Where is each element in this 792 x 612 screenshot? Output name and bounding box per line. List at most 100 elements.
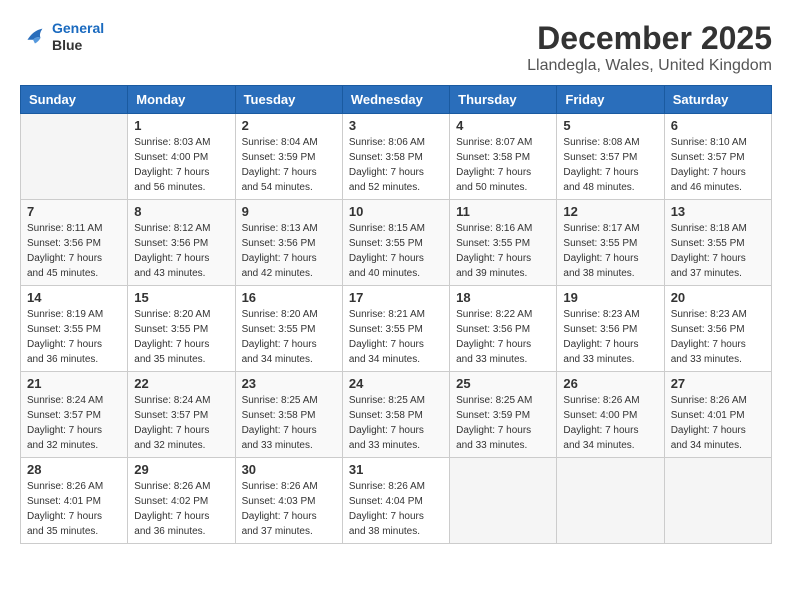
day-number: 23 bbox=[242, 376, 336, 391]
calendar-cell: 25 Sunrise: 8:25 AMSunset: 3:59 PMDayligh… bbox=[450, 372, 557, 458]
day-number: 9 bbox=[242, 204, 336, 219]
day-number: 4 bbox=[456, 118, 550, 133]
calendar-cell: 12 Sunrise: 8:17 AMSunset: 3:55 PMDayligh… bbox=[557, 200, 664, 286]
calendar-week-row: 21 Sunrise: 8:24 AMSunset: 3:57 PMDayligh… bbox=[21, 372, 772, 458]
day-number: 13 bbox=[671, 204, 765, 219]
day-info: Sunrise: 8:17 AMSunset: 3:55 PMDaylight:… bbox=[563, 221, 657, 281]
day-info: Sunrise: 8:24 AMSunset: 3:57 PMDaylight:… bbox=[27, 393, 121, 453]
calendar-cell: 30 Sunrise: 8:26 AMSunset: 4:03 PMDayligh… bbox=[235, 458, 342, 544]
day-info: Sunrise: 8:26 AMSunset: 4:04 PMDaylight:… bbox=[349, 479, 443, 539]
calendar-header-row: SundayMondayTuesdayWednesdayThursdayFrid… bbox=[21, 86, 772, 114]
day-number: 18 bbox=[456, 290, 550, 305]
weekday-header: Thursday bbox=[450, 86, 557, 114]
day-number: 30 bbox=[242, 462, 336, 477]
day-info: Sunrise: 8:06 AMSunset: 3:58 PMDaylight:… bbox=[349, 135, 443, 195]
day-info: Sunrise: 8:25 AMSunset: 3:59 PMDaylight:… bbox=[456, 393, 550, 453]
calendar-cell: 10 Sunrise: 8:15 AMSunset: 3:55 PMDayligh… bbox=[342, 200, 449, 286]
day-info: Sunrise: 8:26 AMSunset: 4:01 PMDaylight:… bbox=[27, 479, 121, 539]
day-number: 6 bbox=[671, 118, 765, 133]
calendar-week-row: 28 Sunrise: 8:26 AMSunset: 4:01 PMDayligh… bbox=[21, 458, 772, 544]
weekday-header: Saturday bbox=[664, 86, 771, 114]
day-number: 8 bbox=[134, 204, 228, 219]
weekday-header: Friday bbox=[557, 86, 664, 114]
weekday-header: Tuesday bbox=[235, 86, 342, 114]
logo: General Blue bbox=[20, 20, 104, 54]
day-info: Sunrise: 8:12 AMSunset: 3:56 PMDaylight:… bbox=[134, 221, 228, 281]
day-info: Sunrise: 8:20 AMSunset: 3:55 PMDaylight:… bbox=[242, 307, 336, 367]
calendar-cell: 4 Sunrise: 8:07 AMSunset: 3:58 PMDaylight… bbox=[450, 114, 557, 200]
calendar-cell bbox=[664, 458, 771, 544]
day-number: 25 bbox=[456, 376, 550, 391]
calendar-cell: 23 Sunrise: 8:25 AMSunset: 3:58 PMDayligh… bbox=[235, 372, 342, 458]
day-number: 21 bbox=[27, 376, 121, 391]
calendar-cell: 19 Sunrise: 8:23 AMSunset: 3:56 PMDayligh… bbox=[557, 286, 664, 372]
day-number: 20 bbox=[671, 290, 765, 305]
day-info: Sunrise: 8:10 AMSunset: 3:57 PMDaylight:… bbox=[671, 135, 765, 195]
day-info: Sunrise: 8:25 AMSunset: 3:58 PMDaylight:… bbox=[242, 393, 336, 453]
weekday-header: Monday bbox=[128, 86, 235, 114]
calendar-cell: 16 Sunrise: 8:20 AMSunset: 3:55 PMDayligh… bbox=[235, 286, 342, 372]
day-number: 17 bbox=[349, 290, 443, 305]
title-section: December 2025 Llandegla, Wales, United K… bbox=[527, 20, 772, 75]
day-number: 12 bbox=[563, 204, 657, 219]
day-info: Sunrise: 8:26 AMSunset: 4:03 PMDaylight:… bbox=[242, 479, 336, 539]
day-info: Sunrise: 8:08 AMSunset: 3:57 PMDaylight:… bbox=[563, 135, 657, 195]
logo-icon bbox=[20, 23, 48, 51]
calendar-cell: 17 Sunrise: 8:21 AMSunset: 3:55 PMDayligh… bbox=[342, 286, 449, 372]
day-info: Sunrise: 8:04 AMSunset: 3:59 PMDaylight:… bbox=[242, 135, 336, 195]
day-info: Sunrise: 8:15 AMSunset: 3:55 PMDaylight:… bbox=[349, 221, 443, 281]
calendar-cell: 18 Sunrise: 8:22 AMSunset: 3:56 PMDayligh… bbox=[450, 286, 557, 372]
day-info: Sunrise: 8:26 AMSunset: 4:00 PMDaylight:… bbox=[563, 393, 657, 453]
day-number: 24 bbox=[349, 376, 443, 391]
weekday-header: Sunday bbox=[21, 86, 128, 114]
day-info: Sunrise: 8:21 AMSunset: 3:55 PMDaylight:… bbox=[349, 307, 443, 367]
logo-text: General Blue bbox=[52, 20, 104, 54]
day-number: 15 bbox=[134, 290, 228, 305]
day-info: Sunrise: 8:24 AMSunset: 3:57 PMDaylight:… bbox=[134, 393, 228, 453]
day-number: 10 bbox=[349, 204, 443, 219]
day-info: Sunrise: 8:23 AMSunset: 3:56 PMDaylight:… bbox=[671, 307, 765, 367]
calendar-cell: 8 Sunrise: 8:12 AMSunset: 3:56 PMDaylight… bbox=[128, 200, 235, 286]
day-info: Sunrise: 8:16 AMSunset: 3:55 PMDaylight:… bbox=[456, 221, 550, 281]
day-number: 28 bbox=[27, 462, 121, 477]
day-number: 11 bbox=[456, 204, 550, 219]
day-number: 2 bbox=[242, 118, 336, 133]
day-info: Sunrise: 8:07 AMSunset: 3:58 PMDaylight:… bbox=[456, 135, 550, 195]
day-info: Sunrise: 8:18 AMSunset: 3:55 PMDaylight:… bbox=[671, 221, 765, 281]
day-info: Sunrise: 8:23 AMSunset: 3:56 PMDaylight:… bbox=[563, 307, 657, 367]
day-number: 16 bbox=[242, 290, 336, 305]
day-number: 31 bbox=[349, 462, 443, 477]
calendar-week-row: 14 Sunrise: 8:19 AMSunset: 3:55 PMDayligh… bbox=[21, 286, 772, 372]
day-number: 1 bbox=[134, 118, 228, 133]
weekday-header: Wednesday bbox=[342, 86, 449, 114]
day-info: Sunrise: 8:26 AMSunset: 4:01 PMDaylight:… bbox=[671, 393, 765, 453]
calendar-cell: 2 Sunrise: 8:04 AMSunset: 3:59 PMDaylight… bbox=[235, 114, 342, 200]
calendar-cell bbox=[450, 458, 557, 544]
day-info: Sunrise: 8:03 AMSunset: 4:00 PMDaylight:… bbox=[134, 135, 228, 195]
calendar-cell: 27Sunrise: 8:26 AMSunset: 4:01 PMDayligh… bbox=[664, 372, 771, 458]
day-number: 22 bbox=[134, 376, 228, 391]
day-info: Sunrise: 8:19 AMSunset: 3:55 PMDaylight:… bbox=[27, 307, 121, 367]
day-info: Sunrise: 8:13 AMSunset: 3:56 PMDaylight:… bbox=[242, 221, 336, 281]
calendar-cell: 15 Sunrise: 8:20 AMSunset: 3:55 PMDayligh… bbox=[128, 286, 235, 372]
calendar-cell: 3Sunrise: 8:06 AMSunset: 3:58 PMDaylight… bbox=[342, 114, 449, 200]
calendar-cell: 7Sunrise: 8:11 AMSunset: 3:56 PMDaylight… bbox=[21, 200, 128, 286]
header: General Blue December 2025 Llandegla, Wa… bbox=[20, 20, 772, 75]
day-info: Sunrise: 8:22 AMSunset: 3:56 PMDaylight:… bbox=[456, 307, 550, 367]
calendar-cell: 29Sunrise: 8:26 AMSunset: 4:02 PMDayligh… bbox=[128, 458, 235, 544]
calendar-week-row: 7Sunrise: 8:11 AMSunset: 3:56 PMDaylight… bbox=[21, 200, 772, 286]
calendar-cell: 22 Sunrise: 8:24 AMSunset: 3:57 PMDayligh… bbox=[128, 372, 235, 458]
day-number: 7 bbox=[27, 204, 121, 219]
calendar-cell: 9 Sunrise: 8:13 AMSunset: 3:56 PMDaylight… bbox=[235, 200, 342, 286]
calendar-table: SundayMondayTuesdayWednesdayThursdayFrid… bbox=[20, 85, 772, 544]
day-info: Sunrise: 8:20 AMSunset: 3:55 PMDaylight:… bbox=[134, 307, 228, 367]
calendar-cell bbox=[557, 458, 664, 544]
calendar-cell: 5Sunrise: 8:08 AMSunset: 3:57 PMDaylight… bbox=[557, 114, 664, 200]
calendar-cell: 20 Sunrise: 8:23 AMSunset: 3:56 PMDayligh… bbox=[664, 286, 771, 372]
day-number: 19 bbox=[563, 290, 657, 305]
calendar-cell: 31 Sunrise: 8:26 AMSunset: 4:04 PMDayligh… bbox=[342, 458, 449, 544]
calendar-cell: 13 Sunrise: 8:18 AMSunset: 3:55 PMDayligh… bbox=[664, 200, 771, 286]
day-number: 14 bbox=[27, 290, 121, 305]
day-info: Sunrise: 8:25 AMSunset: 3:58 PMDaylight:… bbox=[349, 393, 443, 453]
calendar-cell: 26Sunrise: 8:26 AMSunset: 4:00 PMDayligh… bbox=[557, 372, 664, 458]
